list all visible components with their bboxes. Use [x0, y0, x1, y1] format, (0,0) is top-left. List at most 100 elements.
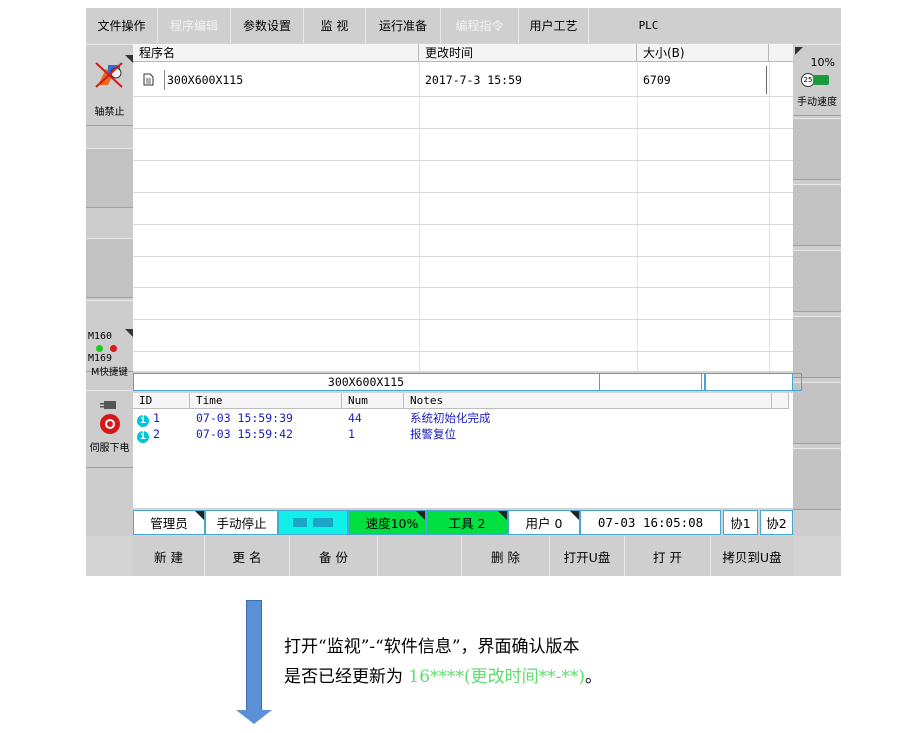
alarm-log-table: ID Time Num Notes i 1 07-03 15:59:39 44 …	[133, 393, 793, 508]
alarm-header-spacer	[772, 393, 789, 409]
manual-speed-label: 手动速度	[797, 97, 837, 108]
current-program-bar: 300X600X115	[133, 373, 802, 391]
tab-plc[interactable]: PLC	[589, 8, 708, 43]
axis-lock-icon	[95, 62, 123, 88]
axis-lock-label: 轴禁止	[94, 107, 125, 118]
servo-off-button[interactable]: 伺服下电	[86, 390, 133, 468]
servo-off-label: 伺服下电	[89, 443, 130, 454]
m-range-start: M160	[88, 331, 113, 342]
right-soft-key-6[interactable]	[793, 382, 841, 444]
tab-program-instructions[interactable]: 编程指令	[441, 8, 519, 43]
list-item[interactable]: i 2 07-03 15:59:42 1 报警复位	[133, 427, 773, 443]
speed-text: 速度10%	[365, 516, 419, 531]
rename-button[interactable]: 更 名	[205, 536, 290, 576]
copy-to-usb-button[interactable]: 拷贝到U盘	[711, 536, 793, 576]
user-role-status[interactable]: 管理员	[133, 510, 205, 535]
list-item[interactable]: i 1 07-03 15:59:39 44 系统初始化完成	[133, 411, 773, 427]
tab-run-prepare[interactable]: 运行准备	[366, 8, 441, 43]
instruction-caption: 打开“监视”-“软件信息”，界面确认版本 是否已经更新为 16****(更改时间…	[284, 632, 602, 692]
caption-version-highlight: 16****(更改时间**-**)	[408, 667, 586, 687]
user-role-text: 管理员	[150, 516, 188, 531]
caption-line-2-suffix: 。	[585, 667, 603, 687]
right-soft-key-5[interactable]	[793, 316, 841, 378]
open-usb-button[interactable]: 打开U盘	[550, 536, 625, 576]
alarm-header-id: ID	[133, 393, 190, 409]
caption-line-2-prefix: 是否已经更新为	[284, 667, 409, 687]
col-header-program-name[interactable]: 程序名	[133, 44, 419, 62]
alarm-num: 44	[348, 411, 362, 425]
delete-button[interactable]: 删 除	[462, 536, 550, 576]
left-side-panel: 轴禁止 M160 M169 M快捷键 伺服下电	[86, 44, 133, 536]
col-header-modified-time[interactable]: 更改时间	[419, 44, 637, 62]
status-bar: 管理员 手动停止 速度10% 工具 2 用户 0 07-03 16:05:08 …	[133, 510, 793, 535]
m-shortcut-label: M快捷键	[91, 367, 128, 378]
tool-status[interactable]: 工具 2	[426, 510, 508, 535]
m-shortcut-button[interactable]: M160 M169 M快捷键	[86, 300, 133, 378]
table-row[interactable]: 300X600X115 2017-7-3 15:59 6709	[133, 66, 793, 94]
datetime-text: 07-03 16:05:08	[597, 515, 704, 530]
tab-monitor[interactable]: 监 视	[304, 8, 366, 43]
info-field-2	[702, 373, 802, 391]
user-frame-status[interactable]: 用户 0	[508, 510, 580, 535]
tool-text: 工具 2	[448, 516, 486, 531]
alarm-num: 1	[348, 427, 355, 441]
run-state-indicator	[278, 510, 348, 535]
alarm-header-notes: Notes	[404, 393, 772, 409]
caption-line-2: 是否已经更新为 16****(更改时间**-**)。	[284, 662, 602, 692]
function-key-bar: 新 建 更 名 备 份 删 除 打开U盘 打 开 拷贝到U盘	[133, 536, 793, 576]
speed-dial-icon: 25	[801, 73, 835, 87]
speed-percent: 10%	[810, 56, 835, 69]
servo-power-icon	[100, 414, 120, 434]
file-size: 6709	[643, 73, 671, 87]
alarm-header-num: Num	[342, 393, 404, 409]
current-program-name: 300X600X115	[327, 375, 405, 389]
file-icon	[143, 73, 154, 86]
servo-plug-icon	[100, 401, 116, 409]
right-soft-key-2[interactable]	[793, 118, 841, 180]
left-soft-key-2[interactable]	[86, 148, 133, 208]
file-modified-time: 2017-7-3 15:59	[425, 73, 522, 87]
tab-program-edit[interactable]: 程序编辑	[158, 8, 231, 43]
axis-lock-button[interactable]: 轴禁止	[86, 44, 133, 126]
left-soft-key-3[interactable]	[86, 238, 133, 298]
alarm-id: 1	[153, 411, 160, 425]
tab-file-operations[interactable]: 文件操作	[86, 8, 158, 43]
info-field-1	[599, 373, 702, 391]
alarm-notes: 系统初始化完成	[410, 411, 491, 425]
manual-speed-button[interactable]: 10% 25 手动速度	[793, 44, 841, 116]
stop-mode-status: 手动停止	[205, 510, 278, 535]
right-soft-key-7[interactable]	[793, 448, 841, 510]
stop-mode-text: 手动停止	[216, 516, 267, 531]
co2-status[interactable]: 协2	[760, 510, 793, 535]
co2-text: 协2	[766, 516, 787, 531]
right-soft-key-4[interactable]	[793, 250, 841, 312]
info-icon: i	[137, 415, 149, 427]
alarm-time: 07-03 15:59:39	[196, 411, 293, 425]
right-side-panel: 10% 25 手动速度	[793, 44, 841, 536]
m-range-end: M169	[88, 353, 113, 364]
top-menu-bar: 文件操作 程序编辑 参数设置 监 视 运行准备 编程指令 用户工艺 PLC	[86, 8, 841, 43]
co1-status[interactable]: 协1	[723, 510, 758, 535]
open-button[interactable]: 打 开	[625, 536, 711, 576]
alarm-header-time: Time	[190, 393, 342, 409]
user-frame-text: 用户 0	[525, 516, 563, 531]
down-arrow-head-icon	[236, 710, 272, 724]
col-header-spacer	[769, 44, 793, 62]
backup-button[interactable]: 备 份	[290, 536, 378, 576]
down-arrow-icon	[246, 600, 262, 712]
tab-parameter-settings[interactable]: 参数设置	[231, 8, 304, 43]
alarm-id: 2	[153, 427, 160, 441]
speed-status[interactable]: 速度10%	[348, 510, 426, 535]
file-name: 300X600X115	[167, 73, 244, 87]
tab-user-process[interactable]: 用户工艺	[519, 8, 589, 43]
program-file-table: 程序名 更改时间 大小(B) 300X600X115 2017-7-3 15:5…	[133, 44, 793, 371]
new-button[interactable]: 新 建	[133, 536, 205, 576]
right-soft-key-3[interactable]	[793, 184, 841, 246]
alarm-time: 07-03 15:59:42	[196, 427, 293, 441]
col-header-size[interactable]: 大小(B)	[637, 44, 769, 62]
info-icon: i	[137, 431, 149, 443]
datetime-status: 07-03 16:05:08	[580, 510, 721, 535]
caption-line-1: 打开“监视”-“软件信息”，界面确认版本	[284, 637, 580, 657]
empty-function-key[interactable]	[378, 536, 462, 576]
alarm-notes: 报警复位	[410, 427, 456, 441]
